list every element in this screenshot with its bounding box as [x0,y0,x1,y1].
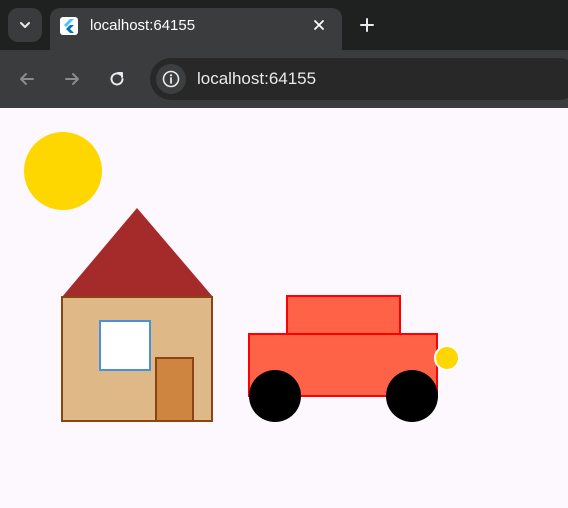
browser-toolbar: localhost:64155 [0,50,568,108]
reload-button[interactable] [102,64,132,94]
car-headlight [434,345,460,371]
new-tab-button[interactable] [352,10,382,40]
car-wheel-front [386,370,438,422]
arrow-right-icon [65,73,79,85]
browser-tab[interactable]: localhost:64155 [50,8,342,50]
site-info-button[interactable] [156,64,186,94]
house-roof [62,208,213,297]
forward-button[interactable] [57,64,87,94]
page-canvas [0,108,568,508]
chevron-down-icon [20,22,30,28]
info-icon [162,70,180,88]
sun [24,132,102,210]
address-bar[interactable]: localhost:64155 [150,58,568,100]
tab-title: localhost:64155 [90,17,196,34]
house [61,208,213,422]
url-text: localhost:64155 [197,69,317,88]
car-roof [286,295,401,335]
reload-icon [110,72,124,86]
close-tab-icon[interactable] [308,14,330,36]
flutter-icon [60,17,78,35]
drawing-canvas [24,132,460,422]
tab-search-button[interactable] [8,8,42,42]
tab-strip: localhost:64155 [0,0,568,50]
back-button[interactable] [12,64,42,94]
plus-icon [360,18,374,32]
arrow-left-icon [20,73,34,85]
house-window [99,320,151,371]
house-door [155,357,194,422]
car-wheel-rear [249,370,301,422]
car [248,295,460,422]
